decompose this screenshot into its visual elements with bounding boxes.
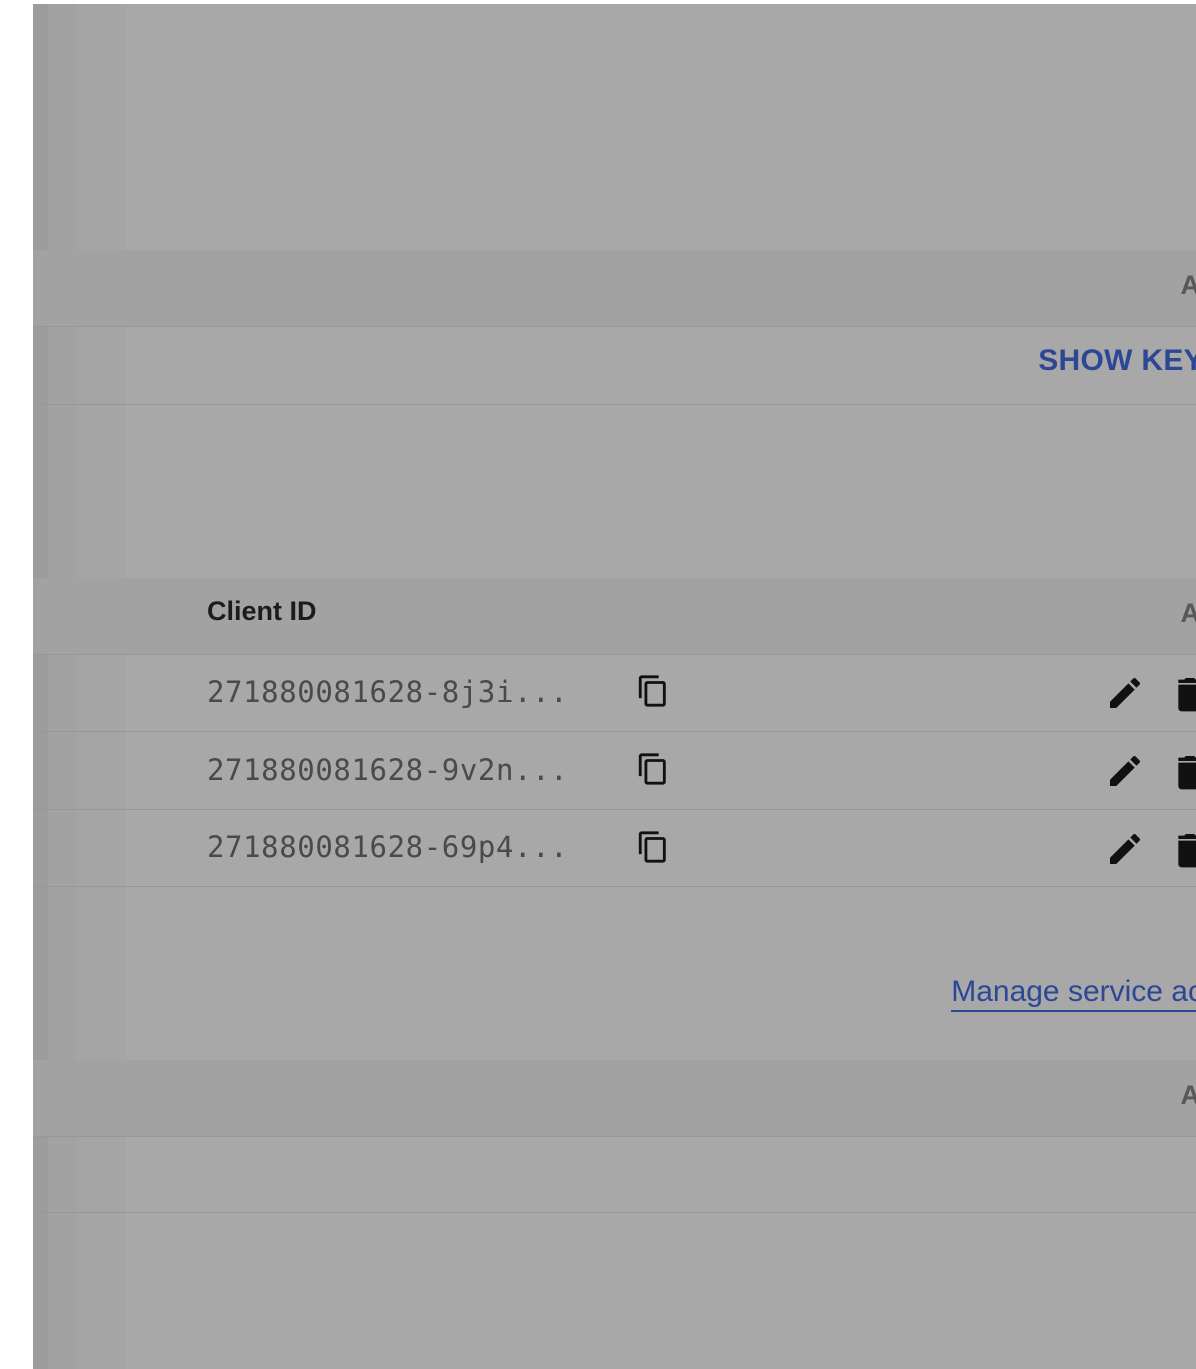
table-row: 271880081628-9v2n...: [33, 732, 1196, 810]
dimmed-page-overlay: A SHOW KEY A Client ID 271880081628-8j3i…: [33, 4, 1196, 1369]
copy-icon[interactable]: [636, 829, 670, 865]
api-keys-table-header: A: [33, 250, 1196, 327]
trash-icon[interactable]: [1175, 673, 1196, 713]
table-row: 271880081628-8j3i...: [33, 655, 1196, 732]
trash-icon[interactable]: [1175, 751, 1196, 791]
client-id-column-header: Client ID: [207, 596, 317, 626]
service-account-row: [33, 1137, 1196, 1213]
show-key-button[interactable]: SHOW KEY: [1038, 344, 1196, 378]
pencil-icon[interactable]: [1105, 751, 1145, 791]
oauth-column-header-truncated: A: [1180, 598, 1196, 628]
copy-icon[interactable]: [636, 751, 670, 787]
pencil-icon[interactable]: [1105, 673, 1145, 713]
table-row: 271880081628-69p4...: [33, 810, 1196, 887]
api-key-row: [33, 327, 1196, 405]
client-id-value: 271880081628-69p4...: [207, 830, 569, 864]
client-id-value: 271880081628-9v2n...: [207, 753, 569, 787]
copy-icon[interactable]: [636, 673, 670, 709]
api-keys-column-header-truncated: A: [1180, 270, 1196, 300]
client-id-value: 271880081628-8j3i...: [207, 675, 569, 709]
pencil-icon[interactable]: [1105, 829, 1145, 869]
service-accounts-column-header-truncated: A: [1180, 1080, 1196, 1110]
manage-service-accounts-link[interactable]: Manage service acc: [951, 974, 1196, 1012]
service-accounts-table-header: A: [33, 1060, 1196, 1137]
trash-icon[interactable]: [1175, 829, 1196, 869]
